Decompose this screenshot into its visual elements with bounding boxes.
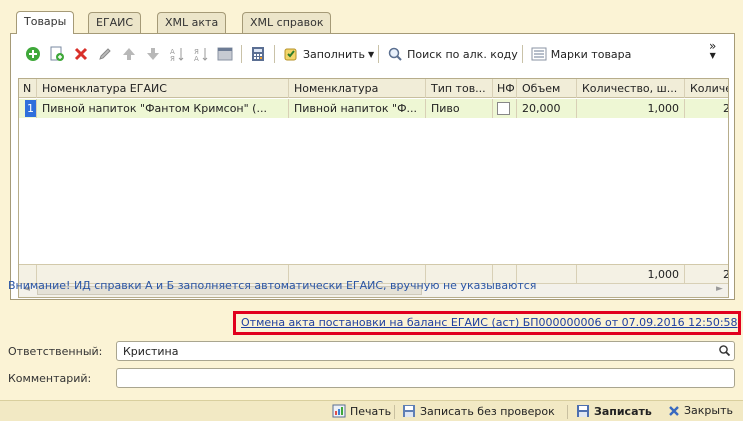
row-number: 1 bbox=[19, 99, 37, 118]
print-button[interactable]: Печать bbox=[332, 404, 391, 418]
egais-notice: Внимание! ИД справки А и Б заполняется а… bbox=[8, 279, 537, 292]
command-separator bbox=[567, 405, 568, 419]
volume-cell[interactable]: 20,000 bbox=[517, 99, 577, 118]
toolbar-separator bbox=[241, 45, 242, 63]
move-down-icon[interactable] bbox=[145, 46, 161, 62]
search-alc-code-button[interactable]: Поиск по алк. коду bbox=[383, 46, 518, 62]
toolbar-separator bbox=[274, 45, 275, 63]
tab-egais[interactable]: ЕГАИС bbox=[88, 12, 142, 33]
calculator-icon[interactable] bbox=[250, 46, 266, 62]
more-actions-button[interactable]: » ▼ bbox=[709, 39, 717, 61]
copy-add-icon[interactable] bbox=[49, 46, 65, 62]
close-button[interactable]: Закрыть bbox=[668, 404, 733, 417]
command-bar: Печать Записать без проверок Записать За… bbox=[0, 400, 743, 421]
product-type-cell[interactable]: Пиво bbox=[426, 99, 493, 118]
quantity-cell[interactable]: 1,000 bbox=[577, 99, 685, 118]
command-separator bbox=[394, 405, 395, 419]
svg-text:Я: Я bbox=[170, 55, 175, 62]
save-button[interactable]: Записать bbox=[576, 404, 652, 418]
quantity2-cell[interactable]: 2 bbox=[685, 99, 728, 118]
more-icon: » bbox=[709, 39, 717, 53]
scroll-right-icon[interactable]: ► bbox=[716, 284, 723, 294]
move-up-icon[interactable] bbox=[121, 46, 137, 62]
barcode-list-icon bbox=[531, 46, 547, 62]
chevron-down-icon: ▼ bbox=[709, 51, 716, 60]
save-no-check-icon bbox=[402, 404, 416, 418]
search-alc-code-label: Поиск по алк. коду bbox=[407, 47, 518, 61]
toolbar-separator bbox=[521, 45, 523, 63]
toolbar: AЯ ЯA Заполнить ▼ Поиск по алк. коду Мар… bbox=[21, 42, 631, 66]
tab-xml-act[interactable]: XML акта bbox=[157, 12, 227, 33]
nf-cell[interactable] bbox=[493, 99, 517, 118]
column-header[interactable]: Номенклатура ЕГАИС bbox=[37, 79, 289, 98]
responsible-field[interactable]: Кристина bbox=[116, 341, 735, 361]
sort-asc-icon[interactable]: AЯ bbox=[169, 46, 185, 63]
save-label: Записать bbox=[594, 404, 652, 418]
egais-nomenclature-cell[interactable]: Пивной напиток "Фантом Кримсон" (... bbox=[37, 99, 289, 118]
goods-table: N Номенклатура ЕГАИС Номенклатура Тип то… bbox=[18, 78, 729, 298]
column-header[interactable]: Количество, ш... bbox=[577, 79, 685, 98]
column-header[interactable]: Количе bbox=[685, 79, 728, 98]
marks-button[interactable]: Марки товара bbox=[527, 46, 632, 62]
marks-label: Марки товара bbox=[550, 47, 632, 61]
responsible-value: Кристина bbox=[123, 345, 179, 358]
print-label: Печать bbox=[350, 404, 392, 418]
column-header[interactable]: НФ bbox=[493, 79, 517, 98]
add-icon[interactable] bbox=[25, 46, 41, 62]
goods-panel: AЯ ЯA Заполнить ▼ Поиск по алк. коду Мар… bbox=[10, 33, 735, 300]
fill-icon bbox=[283, 46, 299, 62]
nomenclature-cell[interactable]: Пивной напиток "Ф... bbox=[289, 99, 426, 118]
save-without-checks-button[interactable]: Записать без проверок bbox=[402, 404, 555, 418]
search-icon bbox=[387, 46, 403, 62]
responsible-label: Ответственный: bbox=[8, 345, 103, 358]
base-document-link[interactable]: Отмена акта постановки на баланс ЕГАИС (… bbox=[241, 316, 738, 329]
edit-icon[interactable] bbox=[97, 46, 113, 62]
nf-checkbox[interactable] bbox=[497, 102, 510, 115]
tab-goods[interactable]: Товары bbox=[16, 11, 75, 34]
column-header[interactable]: Тип тов... bbox=[426, 79, 493, 98]
delete-icon[interactable] bbox=[73, 46, 89, 62]
chevron-down-icon: ▼ bbox=[367, 49, 375, 59]
svg-text:A: A bbox=[194, 55, 199, 62]
column-header[interactable]: N bbox=[19, 79, 37, 98]
save-icon bbox=[576, 404, 590, 418]
fill-label: Заполнить bbox=[303, 47, 365, 61]
table-header: N Номенклатура ЕГАИС Номенклатура Тип то… bbox=[19, 79, 728, 98]
close-icon bbox=[668, 405, 680, 417]
toolbar-separator bbox=[378, 45, 380, 63]
total-quantity: 1,000 bbox=[577, 265, 685, 284]
comment-label: Комментарий: bbox=[8, 372, 92, 385]
comment-field[interactable] bbox=[116, 368, 735, 388]
close-label: Закрыть bbox=[684, 404, 733, 417]
search-icon[interactable] bbox=[718, 344, 731, 360]
column-header[interactable]: Номенклатура bbox=[289, 79, 426, 98]
total-quantity2: 2 bbox=[685, 265, 728, 284]
table-row[interactable]: 1 Пивной напиток "Фантом Кримсон" (... П… bbox=[19, 99, 728, 118]
sort-desc-icon[interactable]: ЯA bbox=[193, 46, 209, 63]
column-header[interactable]: Объем bbox=[517, 79, 577, 98]
table-icon[interactable] bbox=[217, 46, 233, 62]
tab-xml-certificates[interactable]: XML справок bbox=[242, 12, 332, 33]
print-icon bbox=[332, 404, 346, 418]
save-without-checks-label: Записать без проверок bbox=[420, 404, 555, 418]
fill-button[interactable]: Заполнить ▼ bbox=[279, 46, 374, 62]
